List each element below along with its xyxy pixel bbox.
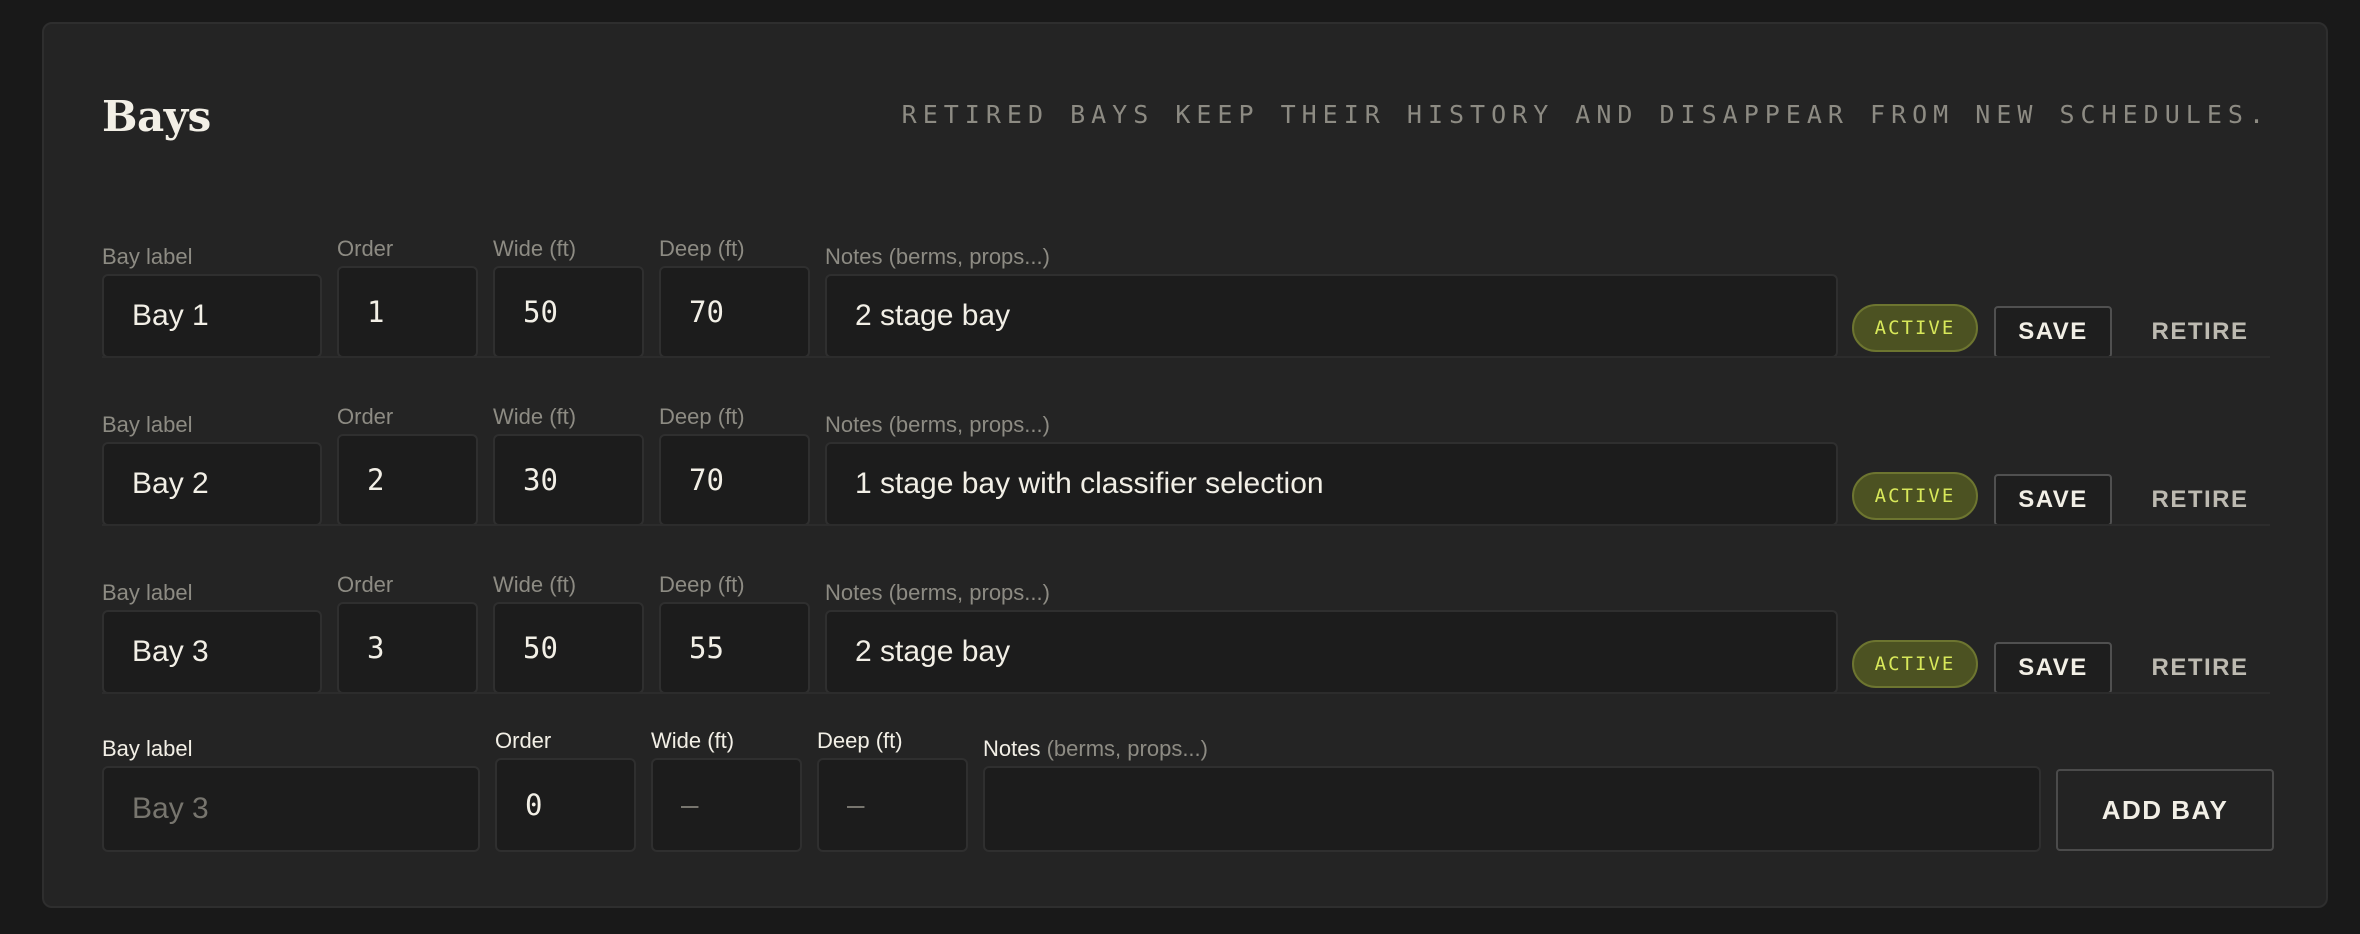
retire-button[interactable]: RETIRE bbox=[2135, 642, 2265, 694]
status-badge: ACTIVE bbox=[1852, 304, 1978, 352]
order-input[interactable]: 3 bbox=[337, 602, 478, 694]
row-divider bbox=[102, 692, 2270, 694]
row-divider bbox=[102, 356, 2270, 358]
order-caption: Order bbox=[337, 236, 394, 261]
bay-label-caption: Bay label bbox=[102, 580, 193, 605]
retire-hint: RETIRED BAYS KEEP THEIR HISTORY AND DISA… bbox=[901, 100, 2270, 129]
wide-caption: Wide (ft) bbox=[493, 572, 577, 597]
new-notes-caption-sub: (berms, props...) bbox=[1046, 736, 1208, 761]
deep-caption: Deep (ft) bbox=[659, 236, 745, 261]
new-deep-caption: Deep (ft) bbox=[817, 728, 903, 753]
deep-input[interactable]: 55 bbox=[659, 602, 810, 694]
new-deep-input[interactable]: — bbox=[817, 758, 968, 852]
new-bay-label-input[interactable]: Bay 3 bbox=[102, 766, 480, 852]
bay-row: Bay label Order Wide (ft) Deep (ft) Note… bbox=[44, 382, 2330, 542]
notes-caption: Notes (berms, props...) bbox=[825, 412, 1050, 437]
retire-button[interactable]: RETIRE bbox=[2135, 306, 2265, 358]
notes-input[interactable]: 2 stage bay bbox=[825, 610, 1838, 694]
new-bay-label-caption: Bay label bbox=[102, 736, 193, 761]
wide-input[interactable]: 50 bbox=[493, 602, 644, 694]
order-input[interactable]: 2 bbox=[337, 434, 478, 526]
row-divider bbox=[102, 524, 2270, 526]
order-caption: Order bbox=[337, 572, 394, 597]
save-button[interactable]: SAVE bbox=[1994, 306, 2112, 358]
retire-button[interactable]: RETIRE bbox=[2135, 474, 2265, 526]
save-button[interactable]: SAVE bbox=[1994, 474, 2112, 526]
bays-panel: Bays RETIRED BAYS KEEP THEIR HISTORY AND… bbox=[42, 22, 2328, 908]
wide-input[interactable]: 50 bbox=[493, 266, 644, 358]
new-order-caption: Order bbox=[495, 728, 552, 753]
bay-label-input[interactable]: Bay 1 bbox=[102, 274, 322, 358]
deep-caption: Deep (ft) bbox=[659, 404, 745, 429]
status-badge: ACTIVE bbox=[1852, 640, 1978, 688]
page-title: Bays bbox=[102, 92, 211, 141]
bay-label-input[interactable]: Bay 3 bbox=[102, 610, 322, 694]
bay-label-caption: Bay label bbox=[102, 412, 193, 437]
save-button[interactable]: SAVE bbox=[1994, 642, 2112, 694]
new-notes-caption-main: Notes bbox=[983, 736, 1041, 761]
notes-caption: Notes (berms, props...) bbox=[825, 580, 1050, 605]
new-notes-caption: Notes (berms, props...) bbox=[983, 736, 1208, 762]
order-caption: Order bbox=[337, 404, 394, 429]
new-bay-row: Bay label Order Wide (ft) Deep (ft) Note… bbox=[44, 714, 2330, 874]
order-input[interactable]: 1 bbox=[337, 266, 478, 358]
deep-input[interactable]: 70 bbox=[659, 266, 810, 358]
new-wide-input[interactable]: — bbox=[651, 758, 802, 852]
notes-input[interactable]: 1 stage bay with classifier selection bbox=[825, 442, 1838, 526]
deep-input[interactable]: 70 bbox=[659, 434, 810, 526]
add-bay-button[interactable]: ADD BAY bbox=[2056, 769, 2274, 851]
bay-row: Bay label Order Wide (ft) Deep (ft) Note… bbox=[44, 214, 2330, 374]
bay-label-input[interactable]: Bay 2 bbox=[102, 442, 322, 526]
wide-caption: Wide (ft) bbox=[493, 404, 577, 429]
status-badge: ACTIVE bbox=[1852, 472, 1978, 520]
new-order-input[interactable]: 0 bbox=[495, 758, 636, 852]
wide-input[interactable]: 30 bbox=[493, 434, 644, 526]
wide-caption: Wide (ft) bbox=[493, 236, 577, 261]
notes-input[interactable]: 2 stage bay bbox=[825, 274, 1838, 358]
bay-label-caption: Bay label bbox=[102, 244, 193, 269]
new-notes-input[interactable] bbox=[983, 766, 2041, 852]
new-wide-caption: Wide (ft) bbox=[651, 728, 735, 753]
bay-row: Bay label Order Wide (ft) Deep (ft) Note… bbox=[44, 550, 2330, 710]
deep-caption: Deep (ft) bbox=[659, 572, 745, 597]
notes-caption: Notes (berms, props...) bbox=[825, 244, 1050, 269]
